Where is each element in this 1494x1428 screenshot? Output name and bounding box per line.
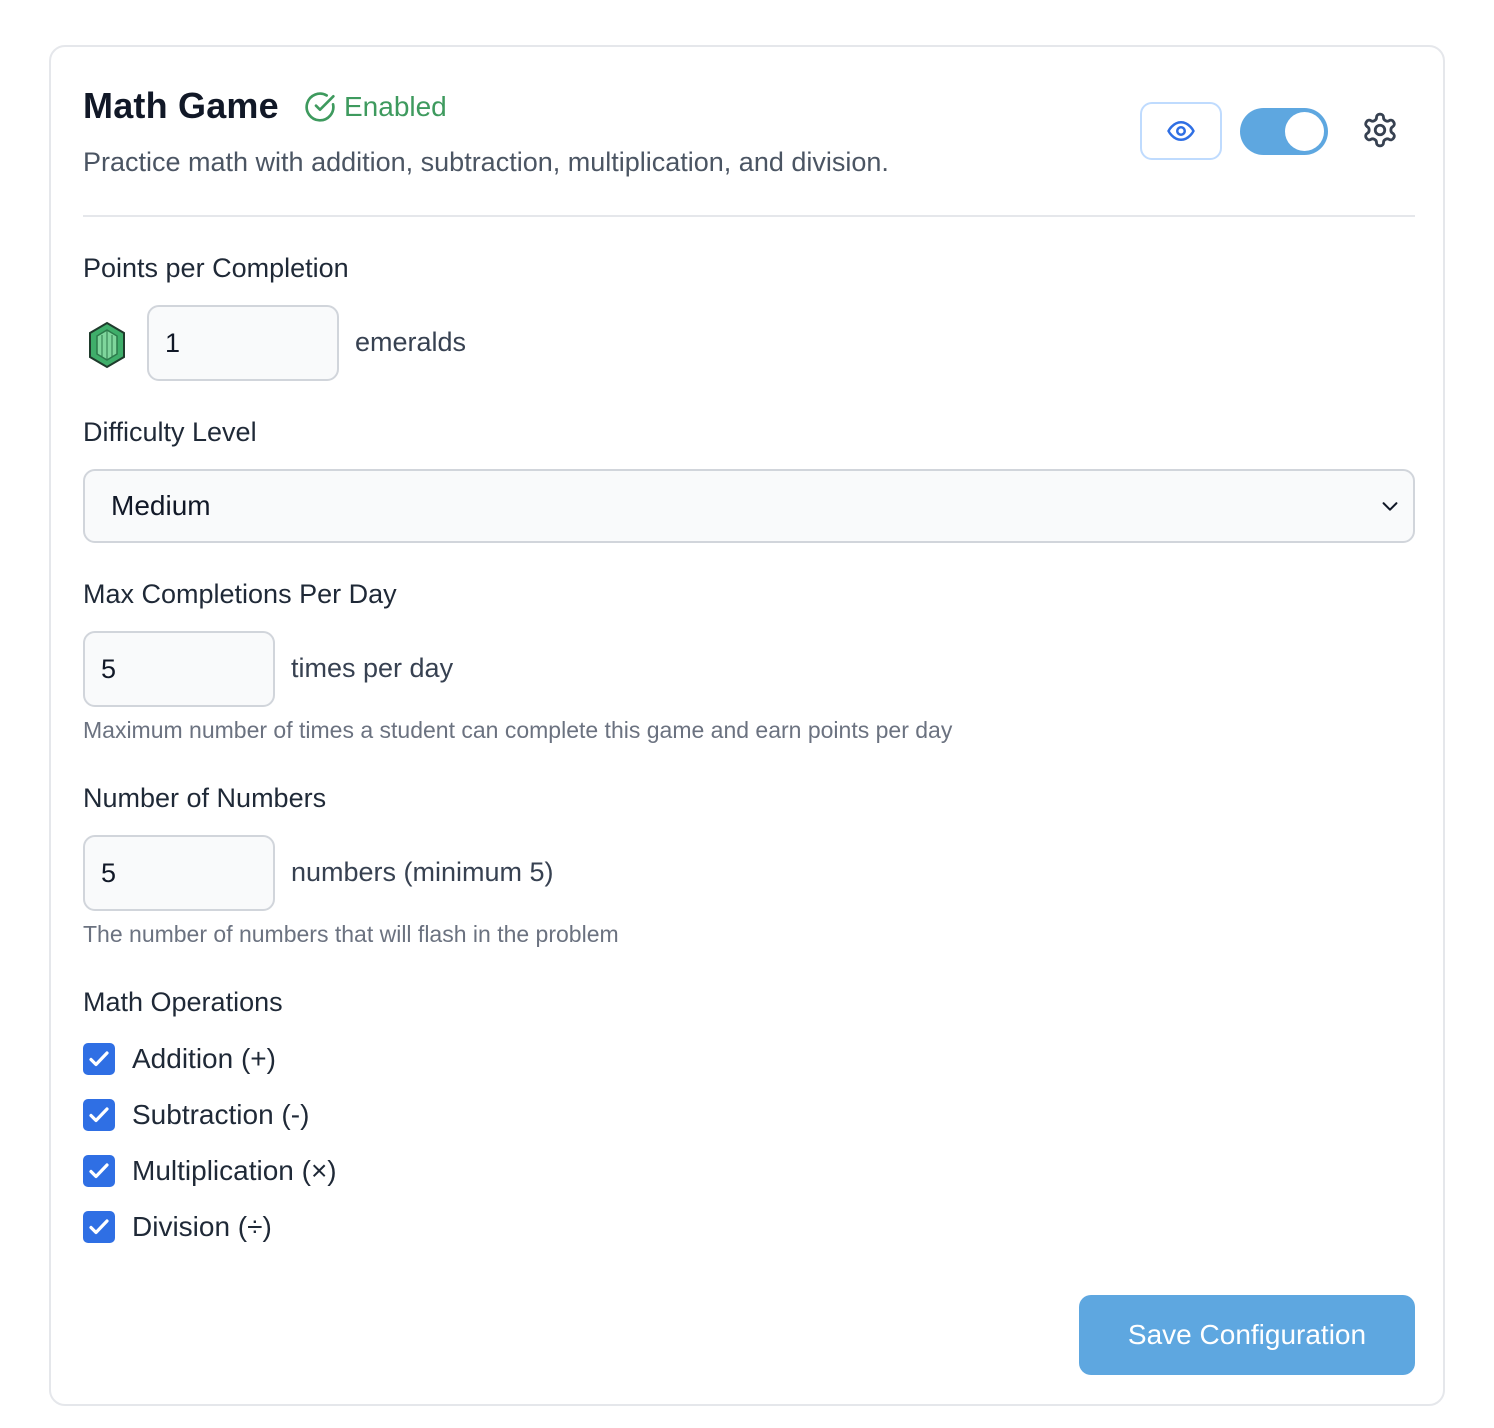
checkmark-icon <box>89 1219 109 1235</box>
save-configuration-button[interactable]: Save Configuration <box>1079 1295 1415 1375</box>
max-completions-help: Maximum number of times a student can co… <box>83 717 953 743</box>
subtraction-label: Subtraction (-) <box>132 1099 310 1130</box>
max-completions-label: Max Completions Per Day <box>83 579 397 609</box>
checkmark-icon <box>89 1163 109 1179</box>
checkmark-icon <box>89 1051 109 1067</box>
number-count-unit: numbers (minimum 5) <box>291 857 554 887</box>
difficulty-selected-value: Medium <box>111 490 211 521</box>
operations-label: Math Operations <box>83 987 283 1017</box>
emerald-icon <box>86 321 128 369</box>
header-divider <box>83 215 1415 217</box>
operation-subtraction[interactable]: Subtraction (-) <box>83 1099 309 1131</box>
points-unit: emeralds <box>355 327 467 357</box>
points-input[interactable]: 1 <box>147 305 339 381</box>
operation-division[interactable]: Division (÷) <box>83 1211 272 1243</box>
division-checkbox[interactable] <box>83 1211 115 1243</box>
addition-label: Addition (+) <box>132 1043 276 1074</box>
checkmark-icon <box>89 1107 109 1123</box>
number-count-help: The number of numbers that will flash in… <box>83 921 619 947</box>
multiplication-checkbox[interactable] <box>83 1155 115 1187</box>
difficulty-label: Difficulty Level <box>83 417 257 447</box>
chevron-down-icon <box>1382 502 1398 511</box>
max-completions-unit: times per day <box>291 653 454 683</box>
points-label: Points per Completion <box>83 253 349 283</box>
difficulty-select[interactable]: Medium <box>83 469 1415 543</box>
number-count-value: 5 <box>101 857 117 888</box>
division-label: Division (÷) <box>132 1211 272 1242</box>
math-game-config-card: Math Game Enabled Practice math with add… <box>49 45 1445 1406</box>
toggle-knob <box>1285 112 1324 151</box>
settings-button[interactable] <box>1358 108 1402 152</box>
multiplication-label: Multiplication (×) <box>132 1155 337 1186</box>
max-completions-value: 5 <box>101 653 117 684</box>
enabled-toggle[interactable] <box>1240 108 1328 155</box>
number-count-input[interactable]: 5 <box>83 835 275 911</box>
game-description: Practice math with addition, subtraction… <box>83 147 889 177</box>
points-input-value: 1 <box>165 327 181 358</box>
page-title: Math Game <box>83 85 279 126</box>
check-circle-icon <box>305 92 335 122</box>
gear-icon <box>1364 112 1396 148</box>
max-completions-input[interactable]: 5 <box>83 631 275 707</box>
status-badge: Enabled <box>304 91 447 123</box>
addition-checkbox[interactable] <box>83 1043 115 1075</box>
operation-addition[interactable]: Addition (+) <box>83 1043 276 1075</box>
subtraction-checkbox[interactable] <box>83 1099 115 1131</box>
status-text: Enabled <box>344 91 447 122</box>
preview-button[interactable] <box>1140 102 1222 160</box>
operation-multiplication[interactable]: Multiplication (×) <box>83 1155 337 1187</box>
eye-icon <box>1167 121 1195 141</box>
number-count-label: Number of Numbers <box>83 783 327 813</box>
